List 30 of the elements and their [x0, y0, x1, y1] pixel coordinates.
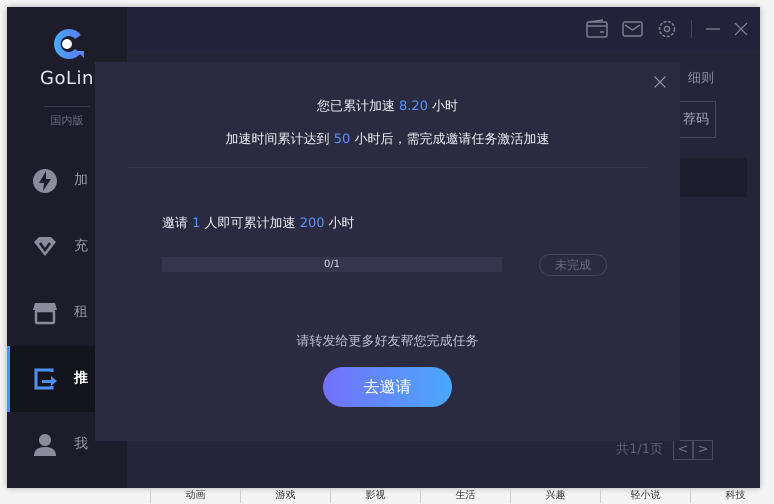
category-tab[interactable]: 科技: [690, 489, 774, 503]
activation-notice: 加速时间累计达到 50 小时后，需完成邀请任务激活加速: [226, 130, 550, 148]
app-name: GoLin: [40, 67, 94, 91]
edition-label: 国内版: [50, 113, 84, 129]
page-count: 共1/1页: [616, 441, 663, 460]
category-tab[interactable]: 生活: [420, 489, 510, 503]
lightning-icon: [32, 168, 58, 194]
close-icon[interactable]: [654, 76, 666, 88]
user-icon: [32, 432, 58, 458]
category-tab[interactable]: 影视: [330, 489, 420, 503]
category-tab[interactable]: 轻小说: [600, 489, 690, 503]
category-tab[interactable]: 游戏: [240, 489, 330, 503]
total-acceleration-text: 您已累计加速 8.20 小时: [316, 98, 458, 116]
close-icon[interactable]: [734, 22, 748, 36]
sidebar-item[interactable]: 租: [7, 280, 127, 346]
share-hint: 请转发给更多好友帮您完成任务: [296, 332, 478, 350]
settings-icon[interactable]: [657, 18, 677, 38]
rules-link[interactable]: 细则: [688, 69, 714, 88]
invite-button[interactable]: 去邀请: [323, 367, 452, 407]
mail-icon[interactable]: [622, 20, 643, 36]
status-label: 未完成: [539, 254, 607, 276]
wallet-icon[interactable]: [586, 19, 608, 38]
sidebar-item[interactable]: 我: [7, 412, 127, 478]
sidebar-item[interactable]: 充: [7, 214, 127, 280]
sidebar-item[interactable]: 加: [7, 148, 127, 214]
category-tab[interactable]: 兴趣: [510, 489, 600, 503]
category-tab[interactable]: 动画: [150, 489, 240, 503]
progress-text: 0/1: [322, 258, 342, 272]
invite-task-text: 邀请 1 人即可累计加速 200 小时: [162, 215, 356, 233]
share-icon: [32, 366, 58, 392]
